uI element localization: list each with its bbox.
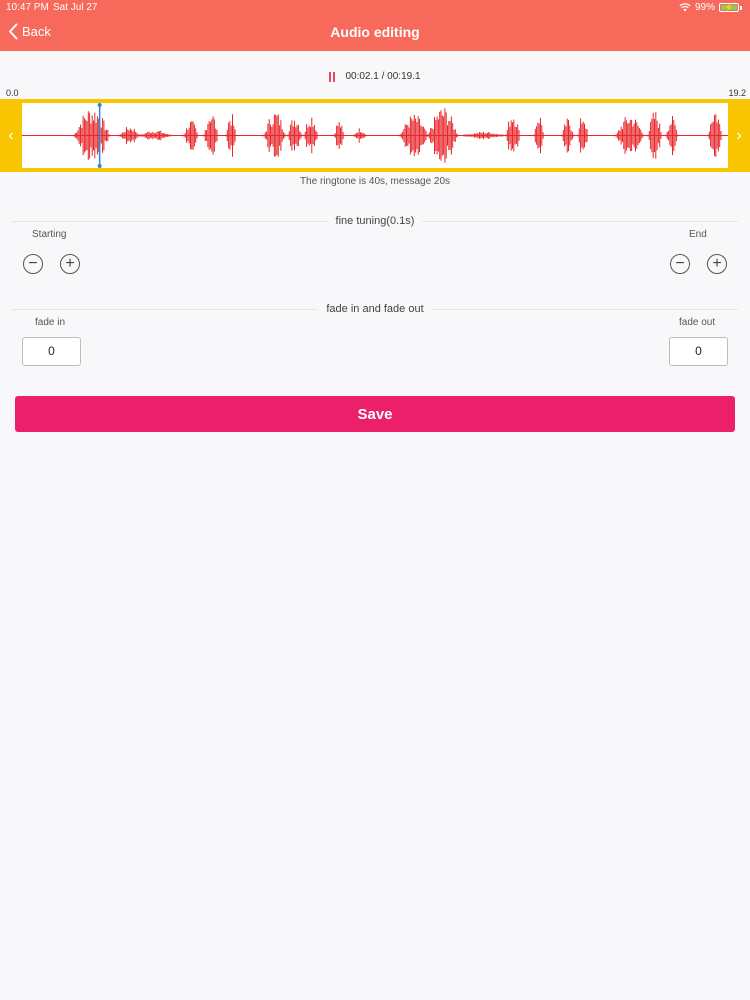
starting-label: Starting (32, 229, 67, 240)
playback-time: 00:02.1 / 00:19.1 (345, 71, 420, 82)
total-time: 00:19.1 (387, 71, 421, 82)
fade-title: fade in and fade out (0, 303, 750, 315)
battery-tip (740, 5, 742, 10)
fine-tuning-title: fine tuning(0.1s) (0, 215, 750, 227)
fade-out-label: fade out (679, 317, 716, 328)
fade-in-input[interactable]: 0 (22, 337, 81, 366)
fade-out-input[interactable]: 0 (669, 337, 728, 366)
right-trim-handle[interactable]: › (728, 99, 750, 172)
wifi-icon (679, 3, 691, 12)
left-trim-handle[interactable]: ‹ (0, 99, 22, 172)
ringtone-info: The ringtone is 40s, message 20s (299, 176, 451, 187)
status-time: 10:47 PM (6, 2, 49, 13)
time-separator: / (378, 71, 388, 82)
battery-icon: ⚡ (719, 3, 739, 12)
plus-icon: + (65, 255, 75, 272)
waveform-graphic (22, 103, 728, 168)
navigation-header: 10:47 PM Sat Jul 27 99% ⚡ Back Audio edi… (0, 0, 750, 51)
elapsed-time: 00:02.1 (345, 71, 379, 82)
range-end-label: 19.2 (728, 88, 746, 98)
chevron-right-icon: › (736, 126, 742, 144)
pause-icon[interactable] (329, 71, 336, 82)
status-indicators: 99% ⚡ (679, 2, 742, 13)
battery-percent: 99% (694, 2, 715, 13)
playback-row: 00:02.1 / 00:19.1 (0, 71, 750, 82)
fade-in-label: fade in (35, 317, 66, 328)
playhead-knob (97, 103, 102, 107)
minus-icon: − (675, 255, 685, 272)
waveform[interactable] (22, 103, 728, 168)
plus-icon: + (712, 255, 722, 272)
minus-icon: − (28, 255, 38, 272)
waveform-selection-frame[interactable]: ‹ › (0, 99, 750, 172)
start-plus-button[interactable]: + (60, 254, 80, 274)
end-label: End (689, 229, 707, 240)
end-plus-button[interactable]: + (707, 254, 727, 274)
chevron-left-icon: ‹ (8, 126, 14, 144)
page-title: Audio editing (330, 24, 420, 40)
end-minus-button[interactable]: − (670, 254, 690, 274)
status-date: Sat Jul 27 (53, 2, 98, 13)
playhead-knob (97, 164, 102, 168)
start-minus-button[interactable]: − (23, 254, 43, 274)
save-button[interactable]: Save (15, 396, 735, 432)
range-start-label: 0.0 (6, 88, 19, 98)
